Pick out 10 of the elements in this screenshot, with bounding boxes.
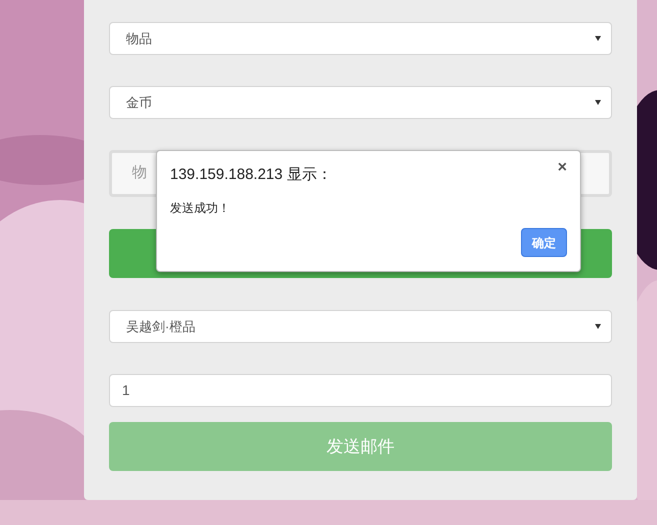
dropdown[interactable]: 金币: [109, 86, 612, 119]
dialog-message: 发送成功！: [170, 200, 231, 216]
dropdown[interactable]: 吴越剑·橙品: [109, 310, 612, 343]
dialog-title: 139.159.188.213 显示：: [170, 165, 332, 185]
caret-icon: [595, 100, 601, 105]
dropdown[interactable]: 物品: [109, 22, 612, 55]
input-field[interactable]: 1: [109, 374, 612, 407]
caret-icon: [595, 324, 601, 329]
caret-icon: [595, 36, 601, 41]
close-button[interactable]: ×: [558, 160, 567, 176]
